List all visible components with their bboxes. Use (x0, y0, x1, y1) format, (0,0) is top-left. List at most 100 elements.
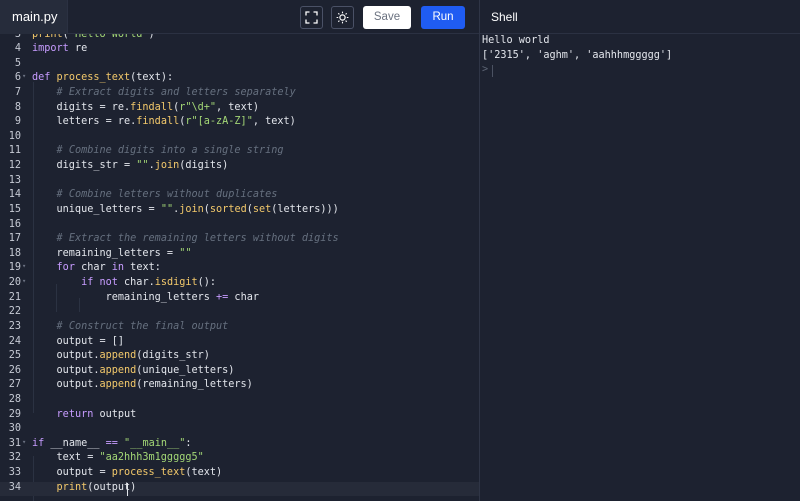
shell-prompt: > (482, 64, 489, 75)
theme-toggle-icon (336, 11, 349, 24)
code-line[interactable]: 17 # Extract the remaining letters witho… (0, 233, 479, 248)
code-text: remaining_letters += char (32, 291, 259, 303)
line-number: 3 (14, 34, 21, 40)
code-text: text = "aa2hhh3m1ggggg5" (32, 452, 204, 464)
file-tab-main-py[interactable]: main.py (0, 0, 68, 34)
fullscreen-button[interactable] (300, 6, 323, 29)
code-line[interactable]: 30 (0, 423, 479, 438)
line-number: 31 (8, 437, 21, 449)
text-cursor (127, 482, 128, 496)
line-number: 16 (8, 218, 21, 230)
code-line[interactable]: 32 text = "aa2hhh3m1ggggg5" (0, 452, 479, 467)
line-number: 8 (14, 101, 21, 113)
run-button[interactable]: Run (421, 6, 465, 29)
line-number: 26 (8, 364, 21, 376)
code-line[interactable]: 13 (0, 175, 479, 190)
line-number: 7 (14, 86, 21, 98)
shell-output[interactable]: Hello world ['2315', 'aghm', 'aahhhmgggg… (480, 34, 800, 501)
code-text: print(output) (56, 481, 137, 493)
line-number: 10 (8, 130, 21, 142)
file-tab-label: main.py (12, 9, 58, 24)
code-text: # Extract digits and letters separately (56, 86, 296, 98)
line-number: 28 (8, 394, 21, 405)
line-number: 15 (8, 203, 21, 215)
code-line[interactable]: 5 (0, 58, 479, 73)
fold-chevron-icon[interactable]: ▾ (22, 262, 26, 270)
line-number: 12 (8, 160, 21, 172)
shell-title: Shell (491, 10, 518, 24)
code-line[interactable]: 31 ▾ if __name__ == "__main__": (0, 438, 479, 453)
line-number: 14 (8, 189, 21, 201)
line-number: 24 (8, 335, 21, 347)
code-line[interactable]: 26 output.append(unique_letters) (0, 365, 479, 380)
fold-chevron-icon[interactable]: ▾ (22, 72, 26, 80)
code-line[interactable]: 27 output.append(remaining_letters) (0, 379, 479, 394)
code-line[interactable]: 21 remaining_letters += char (0, 292, 479, 307)
code-line[interactable]: 28 (0, 394, 479, 409)
code-text: import re (32, 43, 88, 55)
fold-chevron-icon[interactable]: ▾ (22, 438, 26, 446)
code-text: output.append(digits_str) (32, 350, 210, 362)
editor-header: main.py Save Run (0, 0, 479, 34)
code-text: output = [] (32, 335, 125, 347)
code-text: # Combine digits into a single string (56, 145, 284, 157)
code-text: digits = re.findall(r"\d+", text) (32, 101, 259, 113)
code-line[interactable]: 9 letters = re.findall(r"[a-zA-Z]", text… (0, 116, 479, 131)
code-line[interactable]: 19 ▾ for char in text: (0, 262, 479, 277)
line-number: 25 (8, 350, 21, 362)
code-line[interactable]: 24 output = [] (0, 336, 479, 351)
theme-toggle-button[interactable] (331, 6, 354, 29)
line-number: 22 (8, 306, 21, 318)
code-line[interactable]: 22 (0, 306, 479, 321)
code-line[interactable]: 14 # Combine letters without duplicates (0, 189, 479, 204)
code-line[interactable]: 25 output.append(digits_str) (0, 350, 479, 365)
shell-output-line: Hello world (482, 35, 550, 46)
line-number: 19 (8, 262, 21, 274)
code-line[interactable]: 3 print("Hello World") (0, 34, 479, 43)
line-number: 34 (8, 481, 21, 493)
code-text: if __name__ == "__main__": (32, 437, 192, 449)
code-line[interactable]: 18 remaining_letters = "" (0, 248, 479, 263)
line-number: 5 (14, 57, 21, 69)
code-text: # Combine letters without duplicates (56, 189, 278, 201)
line-number: 30 (8, 423, 21, 435)
shell-cursor (492, 65, 493, 77)
code-text: output = process_text(text) (32, 467, 223, 479)
code-text: letters = re.findall(r"[a-zA-Z]", text) (32, 116, 296, 128)
code-text: # Construct the final output (56, 320, 229, 332)
code-line[interactable]: 12 digits_str = "".join(digits) (0, 160, 479, 175)
code-text: print("Hello World") (32, 34, 155, 40)
save-button[interactable]: Save (363, 6, 411, 29)
line-number: 18 (8, 247, 21, 259)
code-line[interactable]: 7 # Extract digits and letters separatel… (0, 87, 479, 102)
code-text: # Extract the remaining letters without … (56, 233, 339, 245)
line-number: 29 (8, 408, 21, 420)
code-line[interactable]: 29 return output (0, 409, 479, 424)
line-number: 9 (14, 116, 21, 128)
code-editor[interactable]: 3 print("Hello World") 4 import re 5 6 ▾ def pr… (0, 34, 479, 501)
code-text: return output (56, 408, 137, 420)
code-text: output.append(unique_letters) (32, 364, 235, 376)
code-line[interactable]: 10 (0, 131, 479, 146)
line-number: 13 (8, 174, 21, 186)
code-line[interactable]: 6 ▾ def process_text(text): (0, 72, 479, 87)
line-number: 4 (14, 43, 21, 55)
code-text: digits_str = "".join(digits) (32, 160, 229, 172)
code-line[interactable]: 33 output = process_text(text) (0, 467, 479, 482)
fold-chevron-icon[interactable]: ▾ (22, 277, 26, 285)
code-text: unique_letters = "".join(sorted(set(lett… (32, 203, 339, 215)
line-number: 20 (8, 277, 21, 289)
code-line[interactable]: 23 # Construct the final output (0, 321, 479, 336)
code-line[interactable]: 16 (0, 219, 479, 234)
code-line[interactable]: 15 unique_letters = "".join(sorted(set(l… (0, 204, 479, 219)
code-line[interactable]: 20 ▾ if not char.isdigit(): (0, 277, 479, 292)
line-number: 6 (14, 72, 21, 84)
code-line[interactable]: 11 # Combine digits into a single string (0, 145, 479, 160)
code-text: for char in text: (56, 262, 161, 274)
code-line[interactable]: 8 digits = re.findall(r"\d+", text) (0, 102, 479, 117)
code-line[interactable]: 34 print(output) (0, 481, 479, 497)
code-line[interactable]: 4 import re (0, 43, 479, 58)
line-number: 17 (8, 233, 21, 245)
code-text: def process_text(text): (32, 72, 174, 84)
line-number: 23 (8, 320, 21, 332)
